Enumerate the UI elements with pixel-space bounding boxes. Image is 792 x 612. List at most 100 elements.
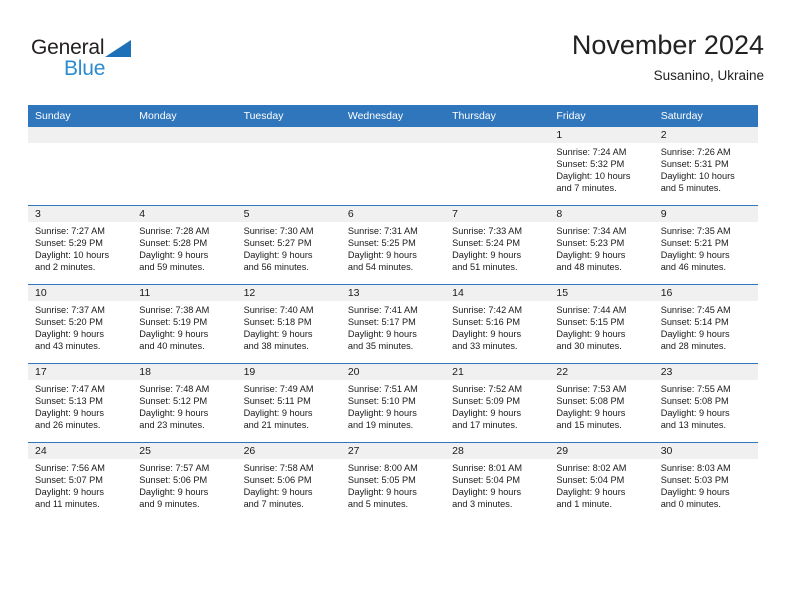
calendar-day-cell[interactable]: 3 Sunrise: 7:27 AM Sunset: 5:29 PM Daylight… bbox=[28, 205, 133, 285]
page-title: November 2024 bbox=[571, 30, 764, 60]
sunset-time: Sunset: 5:27 PM bbox=[243, 238, 312, 249]
calendar-cell-empty bbox=[445, 127, 550, 206]
calendar-day-cell[interactable]: 29 Sunrise: 8:02 AM Sunset: 5:04 PM Dayligh… bbox=[549, 442, 654, 521]
sunset-time: Sunset: 5:31 PM bbox=[660, 159, 729, 170]
calendar-day-cell[interactable]: 5 Sunrise: 7:30 AM Sunset: 5:27 PM Daylight… bbox=[236, 205, 341, 285]
daylight-duration-line2: and 38 minutes. bbox=[243, 341, 309, 352]
daylight-duration-line1: Daylight: 9 hours bbox=[556, 329, 626, 340]
daylight-duration-line2: and 5 minutes. bbox=[347, 499, 409, 510]
sunrise-time: Sunrise: 7:30 AM bbox=[243, 226, 314, 236]
calendar-day-cell[interactable]: 17 Sunrise: 7:47 AM Sunset: 5:13 PM Dayligh… bbox=[28, 363, 133, 443]
day-number: 6 bbox=[340, 206, 446, 222]
sunrise-time: Sunrise: 7:38 AM bbox=[139, 305, 210, 315]
day-number-band bbox=[340, 127, 446, 143]
title-block: November 2024 Susanino, Ukraine bbox=[572, 28, 764, 86]
sunrise-time: Sunrise: 7:35 AM bbox=[660, 226, 731, 236]
day-number: 5 bbox=[236, 206, 341, 222]
calendar-day-cell[interactable]: 16 Sunrise: 7:45 AM Sunset: 5:14 PM Dayligh… bbox=[653, 284, 758, 364]
day-details: Sunrise: 8:03 AM Sunset: 5:03 PM Daylight:… bbox=[654, 459, 758, 510]
day-number-band bbox=[236, 127, 341, 143]
calendar-day-cell[interactable]: 19 Sunrise: 7:49 AM Sunset: 5:11 PM Dayligh… bbox=[236, 363, 341, 443]
calendar-day-cell[interactable]: 13 Sunrise: 7:41 AM Sunset: 5:17 PM Dayligh… bbox=[340, 284, 446, 364]
weekday-header-tuesday: Tuesday bbox=[236, 105, 341, 127]
daylight-duration-line2: and 5 minutes. bbox=[660, 183, 721, 194]
daylight-duration-line1: Daylight: 9 hours bbox=[243, 329, 313, 340]
day-details: Sunrise: 7:26 AM Sunset: 5:31 PM Daylight:… bbox=[654, 143, 758, 194]
daylight-duration-line1: Daylight: 9 hours bbox=[556, 487, 626, 498]
daylight-duration-line2: and 23 minutes. bbox=[139, 420, 205, 431]
daylight-duration-line2: and 7 minutes. bbox=[243, 499, 304, 510]
daylight-duration-line2: and 2 minutes. bbox=[35, 262, 96, 273]
daylight-duration-line1: Daylight: 9 hours bbox=[347, 487, 417, 498]
daylight-duration-line1: Daylight: 9 hours bbox=[139, 487, 209, 498]
general-blue-logo[interactable]: General Blue bbox=[31, 36, 161, 84]
calendar-day-cell[interactable]: 24 Sunrise: 7:56 AM Sunset: 5:07 PM Dayligh… bbox=[28, 442, 133, 521]
sunset-time: Sunset: 5:04 PM bbox=[452, 475, 521, 486]
sunrise-time: Sunrise: 7:53 AM bbox=[556, 384, 627, 394]
sunset-time: Sunset: 5:09 PM bbox=[452, 396, 521, 407]
daylight-duration-line2: and 19 minutes. bbox=[347, 420, 414, 431]
day-number: 16 bbox=[653, 285, 758, 301]
calendar-day-cell[interactable]: 21 Sunrise: 7:52 AM Sunset: 5:09 PM Dayligh… bbox=[445, 363, 550, 443]
calendar-day-cell[interactable]: 28 Sunrise: 8:01 AM Sunset: 5:04 PM Dayligh… bbox=[445, 442, 550, 521]
calendar-day-cell[interactable]: 10 Sunrise: 7:37 AM Sunset: 5:20 PM Dayligh… bbox=[28, 284, 133, 364]
calendar-day-cell[interactable]: 18 Sunrise: 7:48 AM Sunset: 5:12 PM Dayligh… bbox=[132, 363, 237, 443]
sunset-time: Sunset: 5:08 PM bbox=[556, 396, 625, 407]
daylight-duration-line1: Daylight: 9 hours bbox=[243, 487, 313, 498]
day-details: Sunrise: 7:56 AM Sunset: 5:07 PM Daylight:… bbox=[28, 459, 132, 510]
daylight-duration-line1: Daylight: 9 hours bbox=[660, 487, 730, 498]
calendar-day-cell[interactable]: 23 Sunrise: 7:55 AM Sunset: 5:08 PM Dayligh… bbox=[653, 363, 758, 443]
sunset-time: Sunset: 5:18 PM bbox=[243, 317, 312, 328]
sunrise-time: Sunrise: 7:55 AM bbox=[660, 384, 731, 394]
calendar-day-cell[interactable]: 22 Sunrise: 7:53 AM Sunset: 5:08 PM Dayligh… bbox=[549, 363, 654, 443]
day-details: Sunrise: 7:38 AM Sunset: 5:19 PM Daylight:… bbox=[132, 301, 236, 352]
day-details: Sunrise: 7:34 AM Sunset: 5:23 PM Daylight:… bbox=[549, 222, 653, 273]
calendar-day-cell[interactable]: 25 Sunrise: 7:57 AM Sunset: 5:06 PM Dayligh… bbox=[132, 442, 237, 521]
sunset-time: Sunset: 5:06 PM bbox=[139, 475, 208, 486]
weekday-header-wednesday: Wednesday bbox=[340, 105, 446, 127]
daylight-duration-line2: and 7 minutes. bbox=[556, 183, 617, 194]
calendar-page: General Blue November 2024 Susanino, Ukr… bbox=[0, 0, 792, 612]
daylight-duration-line1: Daylight: 9 hours bbox=[660, 408, 730, 419]
calendar-day-cell[interactable]: 4 Sunrise: 7:28 AM Sunset: 5:28 PM Daylight… bbox=[132, 205, 237, 285]
calendar-day-cell[interactable]: 7 Sunrise: 7:33 AM Sunset: 5:24 PM Daylight… bbox=[445, 205, 550, 285]
calendar-day-cell[interactable]: 8 Sunrise: 7:34 AM Sunset: 5:23 PM Daylight… bbox=[549, 205, 654, 285]
calendar-day-cell[interactable]: 27 Sunrise: 8:00 AM Sunset: 5:05 PM Dayligh… bbox=[340, 442, 446, 521]
day-number: 14 bbox=[445, 285, 550, 301]
calendar-day-cell[interactable]: 26 Sunrise: 7:58 AM Sunset: 5:06 PM Dayligh… bbox=[236, 442, 341, 521]
calendar-day-cell[interactable]: 15 Sunrise: 7:44 AM Sunset: 5:15 PM Dayligh… bbox=[549, 284, 654, 364]
sunrise-time: Sunrise: 7:26 AM bbox=[660, 147, 731, 157]
calendar-day-cell[interactable]: 20 Sunrise: 7:51 AM Sunset: 5:10 PM Dayligh… bbox=[340, 363, 446, 443]
sunset-time: Sunset: 5:14 PM bbox=[660, 317, 729, 328]
sunset-time: Sunset: 5:16 PM bbox=[452, 317, 521, 328]
calendar-day-cell[interactable]: 6 Sunrise: 7:31 AM Sunset: 5:25 PM Daylight… bbox=[340, 205, 446, 285]
sunrise-time: Sunrise: 7:34 AM bbox=[556, 226, 627, 236]
daylight-duration-line1: Daylight: 9 hours bbox=[347, 250, 417, 261]
day-details: Sunrise: 7:40 AM Sunset: 5:18 PM Daylight:… bbox=[237, 301, 341, 352]
daylight-duration-line1: Daylight: 9 hours bbox=[452, 250, 522, 261]
calendar-day-cell[interactable]: 9 Sunrise: 7:35 AM Sunset: 5:21 PM Daylight… bbox=[653, 205, 758, 285]
day-details: Sunrise: 7:42 AM Sunset: 5:16 PM Daylight:… bbox=[445, 301, 549, 352]
calendar-day-cell[interactable]: 1 Sunrise: 7:24 AM Sunset: 5:32 PM Daylight… bbox=[549, 127, 654, 206]
calendar-cell-empty bbox=[236, 127, 341, 206]
day-number: 20 bbox=[340, 364, 446, 380]
calendar-day-cell[interactable]: 12 Sunrise: 7:40 AM Sunset: 5:18 PM Dayligh… bbox=[236, 284, 341, 364]
calendar-cell-empty bbox=[28, 127, 133, 206]
sunrise-time: Sunrise: 7:45 AM bbox=[660, 305, 731, 315]
calendar-day-cell[interactable]: 30 Sunrise: 8:03 AM Sunset: 5:03 PM Dayligh… bbox=[653, 442, 758, 521]
calendar-day-cell[interactable]: 14 Sunrise: 7:42 AM Sunset: 5:16 PM Dayligh… bbox=[445, 284, 550, 364]
day-number: 11 bbox=[132, 285, 237, 301]
daylight-duration-line1: Daylight: 9 hours bbox=[139, 408, 209, 419]
day-details: Sunrise: 7:58 AM Sunset: 5:06 PM Daylight:… bbox=[237, 459, 341, 510]
day-number: 21 bbox=[445, 364, 550, 380]
day-details: Sunrise: 7:37 AM Sunset: 5:20 PM Daylight:… bbox=[28, 301, 132, 352]
calendar-day-cell[interactable]: 2 Sunrise: 7:26 AM Sunset: 5:31 PM Daylight… bbox=[653, 127, 758, 206]
day-details: Sunrise: 7:57 AM Sunset: 5:06 PM Daylight:… bbox=[132, 459, 236, 510]
sunrise-time: Sunrise: 7:52 AM bbox=[452, 384, 523, 394]
daylight-duration-line2: and 3 minutes. bbox=[452, 499, 513, 510]
day-number: 19 bbox=[236, 364, 341, 380]
calendar-day-cell[interactable]: 11 Sunrise: 7:38 AM Sunset: 5:19 PM Dayligh… bbox=[132, 284, 237, 364]
day-details: Sunrise: 8:02 AM Sunset: 5:04 PM Daylight:… bbox=[549, 459, 653, 510]
sunrise-time: Sunrise: 8:00 AM bbox=[347, 463, 418, 473]
day-details: Sunrise: 7:44 AM Sunset: 5:15 PM Daylight:… bbox=[549, 301, 653, 352]
